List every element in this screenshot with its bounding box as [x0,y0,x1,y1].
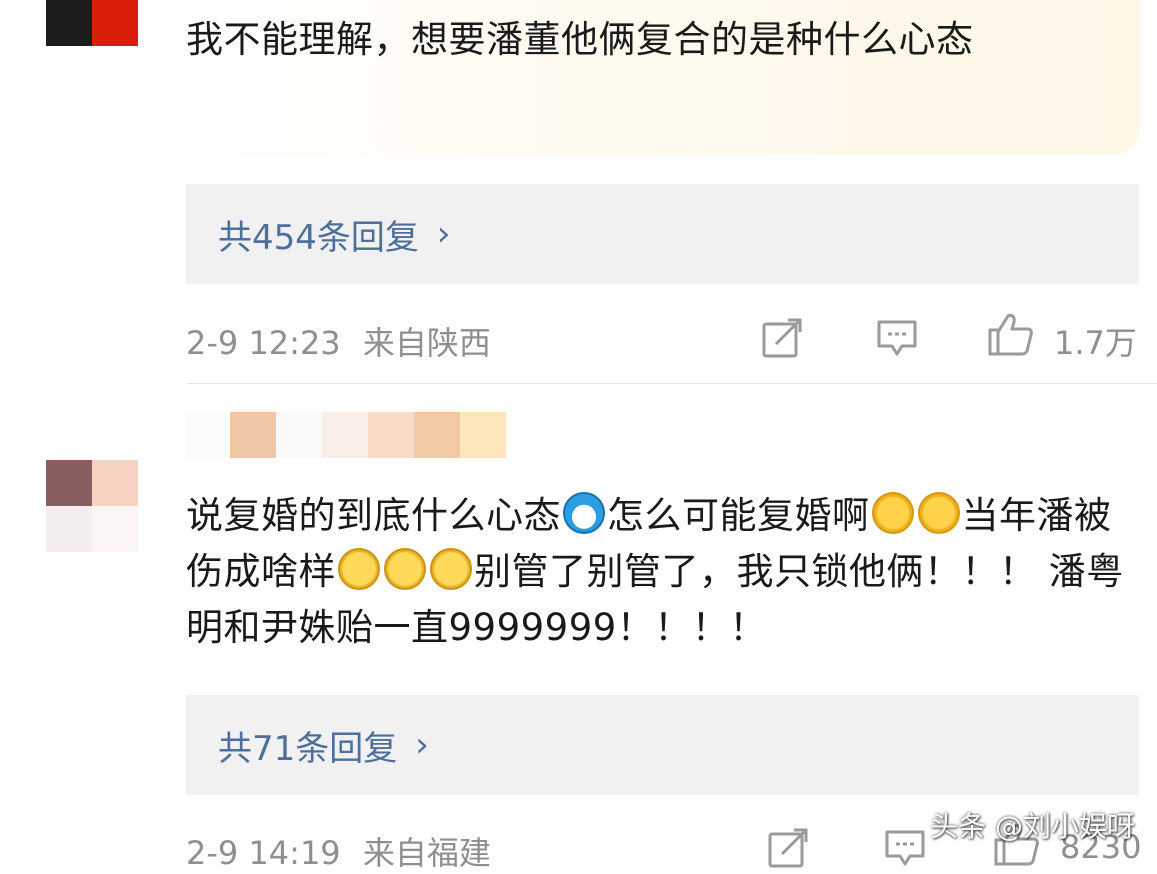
comment-2-meta: 2-9 14:19 来自福建 [186,828,491,874]
location: 来自陕西 [362,324,491,362]
comment-2-text: 说复婚的到底什么心态 怎么可能复婚啊 当年潘被伤成啥样 别管了别管了，我只锁他俩！！！… [186,488,1141,656]
share-icon[interactable] [762,318,804,362]
replies-count-label: 共71条回复 [218,728,398,769]
comment-icon[interactable] [884,828,926,872]
laugh-cry-emoji-icon [338,548,380,590]
comment-1-replies-box[interactable]: 共454条回复 › [186,184,1139,284]
watermark: 头条 @刘小娱呀 [930,810,1135,843]
replies-count-label: 共454条回复 [218,217,419,258]
commenter-2-name[interactable] [186,412,506,462]
comment-2-text-part1: 说复婚的到底什么心态 [186,494,561,537]
comment-icon[interactable] [876,318,918,362]
divider [186,383,1157,384]
view-replies-link[interactable]: 共454条回复 › [186,184,1139,284]
laugh-cry-emoji-icon [430,548,472,590]
location: 来自福建 [362,834,491,872]
chevron-right-icon: › [436,214,451,254]
comment-1-text: 我不能理解，想要潘董他俩复合的是种什么心态 [186,18,974,61]
laugh-cry-emoji-icon [384,548,426,590]
timestamp: 2-9 12:23 [186,324,341,362]
share-icon[interactable] [768,828,810,872]
doraemon-emoji-icon [563,492,605,534]
view-replies-link[interactable]: 共71条回复 › [186,695,1139,795]
comment-1-meta: 2-9 12:23 来自陕西 [186,318,491,364]
like-count: 1.7万 [1054,324,1137,362]
timestamp: 2-9 14:19 [186,834,341,872]
chevron-right-icon: › [415,725,429,765]
comment-2-replies-box[interactable]: 共71条回复 › [186,695,1139,795]
comment-2-text-part2: 怎么可能复婚啊 [607,494,870,537]
crying-emoji-icon [917,492,960,534]
crying-emoji-icon [871,492,914,534]
avatar-commenter-1[interactable] [46,0,138,46]
avatar-commenter-2[interactable] [46,460,138,552]
thumbs-up-icon[interactable] [986,310,1034,362]
